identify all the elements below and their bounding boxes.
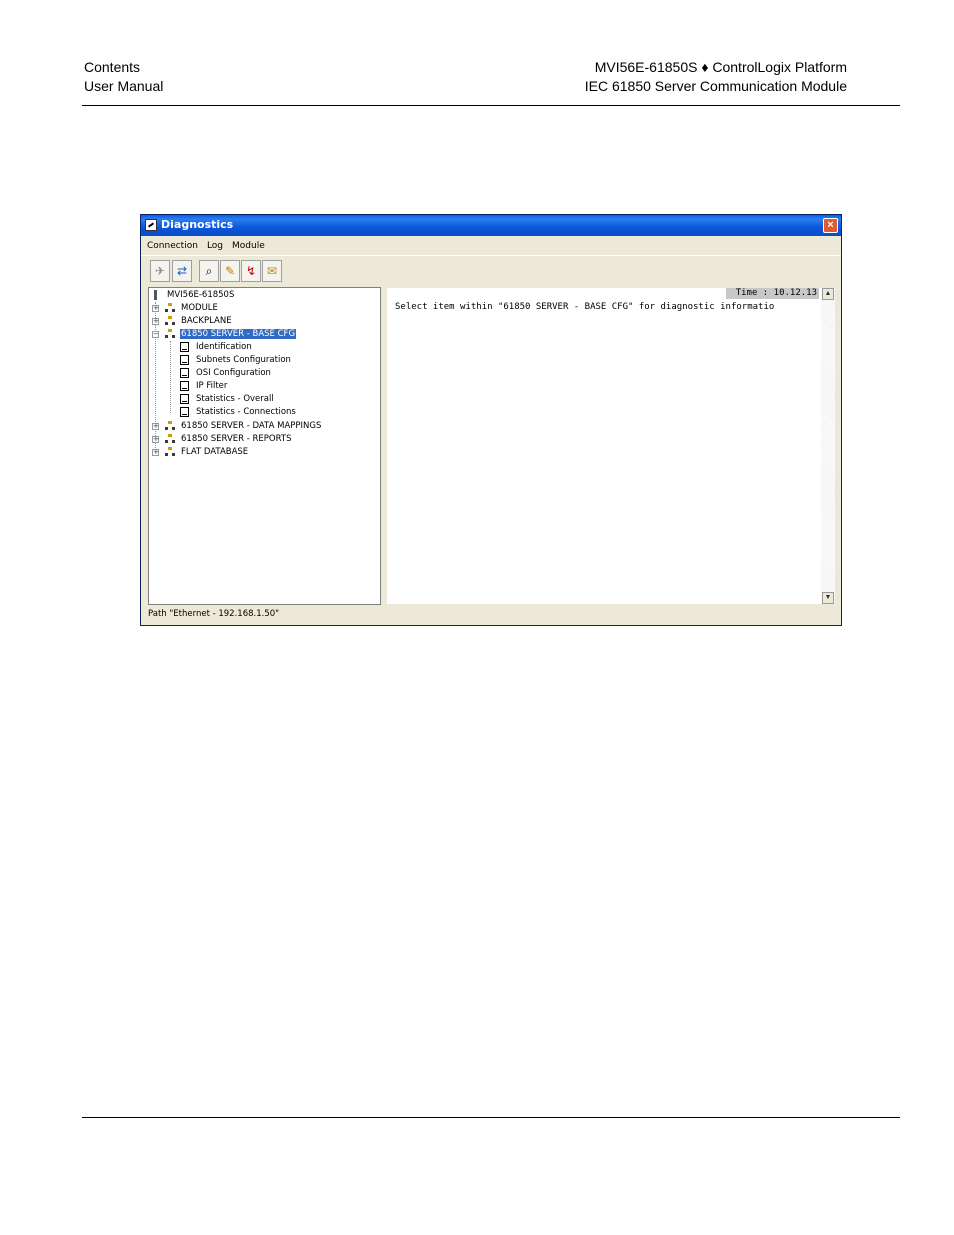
diagnostics-tree[interactable]: MVI56E-61850S + MODULE + BACKPLANE − 618…: [148, 287, 381, 605]
scroll-up-icon[interactable]: ▲: [822, 288, 834, 300]
tree-item-ip-filter[interactable]: IP Filter: [196, 380, 227, 392]
network-icon: [165, 421, 175, 431]
expand-icon[interactable]: +: [152, 449, 159, 456]
tree-item-backplane[interactable]: BACKPLANE: [181, 315, 232, 327]
email-icon[interactable]: ✉: [262, 260, 282, 282]
expand-icon[interactable]: +: [152, 423, 159, 430]
header-section: Contents: [84, 59, 141, 75]
network-icon: [165, 447, 175, 457]
vertical-scrollbar[interactable]: ▲ ▼: [821, 288, 835, 604]
diagnostics-window: Diagnostics × Connection Log Module ✈ ⇄ ⌕ …: [140, 214, 842, 626]
status-bar: Path "Ethernet - 192.168.1.50": [148, 609, 280, 619]
footer-rule: [82, 1117, 900, 1118]
tree-item-base-cfg[interactable]: 61850 SERVER - BASE CFG: [180, 328, 297, 340]
selected-item-label: 61850 SERVER - BASE CFG: [180, 329, 297, 339]
connect-icon[interactable]: ⇄: [172, 260, 192, 282]
page-icon: [180, 407, 189, 417]
module-device-icon: [154, 290, 157, 300]
time-readout: Time : 10.12.13: [725, 288, 819, 299]
tree-root[interactable]: MVI56E-61850S: [167, 289, 234, 301]
toolbar: ✈ ⇄ ⌕ ✎ ↯ ✉: [141, 255, 841, 286]
page-icon: [180, 394, 189, 404]
tree-item-data-mappings[interactable]: 61850 SERVER - DATA MAPPINGS: [181, 420, 321, 432]
new-log-icon[interactable]: ✎: [220, 260, 240, 282]
network-icon: [165, 316, 175, 326]
menu-module[interactable]: Module: [226, 237, 268, 251]
title-bar[interactable]: Diagnostics ×: [141, 215, 841, 236]
export-icon[interactable]: ↯: [241, 260, 261, 282]
diagnostic-message: Select item within "61850 SERVER - BASE …: [395, 302, 775, 312]
header-rule: [82, 105, 900, 106]
collapse-icon[interactable]: −: [152, 331, 159, 338]
network-icon: [165, 329, 175, 339]
menu-log[interactable]: Log: [201, 237, 226, 251]
menu-connection[interactable]: Connection: [141, 237, 201, 251]
menu-bar: Connection Log Module: [141, 237, 841, 254]
tree-item-stats-overall[interactable]: Statistics - Overall: [196, 393, 274, 405]
header-module: IEC 61850 Server Communication Module: [584, 78, 847, 94]
network-icon: [165, 303, 175, 313]
tree-item-subnets[interactable]: Subnets Configuration: [196, 354, 291, 366]
tree-item-flat-database[interactable]: FLAT DATABASE: [181, 446, 248, 458]
tree-item-identification[interactable]: Identification: [196, 341, 252, 353]
expand-icon[interactable]: +: [152, 436, 159, 443]
tree-item-osi[interactable]: OSI Configuration: [196, 367, 271, 379]
header-product: MVI56E-61850S ♦ ControlLogix Platform: [594, 59, 847, 75]
tree-item-stats-connections[interactable]: Statistics - Connections: [196, 406, 296, 418]
page-icon: [180, 368, 189, 378]
expand-icon[interactable]: +: [152, 318, 159, 325]
output-pane[interactable]: Time : 10.12.13 Select item within "6185…: [386, 287, 836, 605]
scroll-down-icon[interactable]: ▼: [822, 592, 834, 604]
tree-guide-line: [170, 341, 171, 413]
window-title: Diagnostics: [161, 218, 234, 231]
page-header-left: Contents User Manual: [84, 58, 163, 96]
tree-item-module[interactable]: MODULE: [181, 302, 218, 314]
page-icon: [180, 381, 189, 391]
network-icon: [165, 434, 175, 444]
find-icon[interactable]: ⌕: [199, 260, 219, 282]
close-button[interactable]: ×: [823, 218, 838, 233]
disconnect-icon[interactable]: ✈: [150, 260, 170, 282]
tree-item-reports[interactable]: 61850 SERVER - REPORTS: [181, 433, 291, 445]
page-icon: [180, 355, 189, 365]
page-icon: [180, 342, 189, 352]
page-header-right: MVI56E-61850S ♦ ControlLogix Platform IE…: [585, 58, 847, 96]
header-doc-type: User Manual: [84, 78, 164, 94]
app-icon: [145, 219, 157, 231]
expand-icon[interactable]: +: [152, 305, 159, 312]
